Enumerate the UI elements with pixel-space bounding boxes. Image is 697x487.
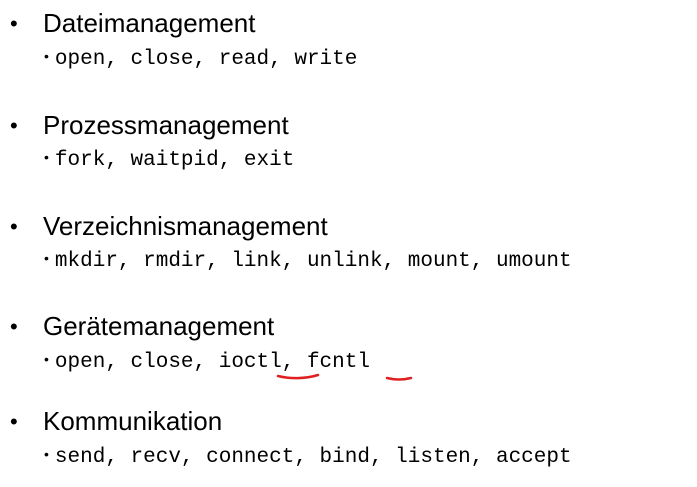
section-heading: Gerätemanagement <box>43 311 275 341</box>
slide: • Dateimanagement • open, close, read, wr… <box>0 0 697 487</box>
system-calls: send, recv, connect, bind, listen, accep… <box>54 446 572 469</box>
system-call-list: • fork, waitpid, exit <box>44 145 294 173</box>
system-calls: open, close, read, write <box>54 48 358 71</box>
system-call-list: • mkdir, rmdir, link, unlink, mount, umou… <box>44 246 572 274</box>
system-call-list: • send, recv, connect, bind, listen, acce… <box>44 442 572 470</box>
fcntl-underline-mark <box>385 376 413 381</box>
sub-bullet: • <box>44 351 49 367</box>
sub-bullet: • <box>44 446 49 462</box>
system-calls: fork, waitpid, exit <box>54 149 295 172</box>
section-heading: Prozessmanagement <box>43 110 289 140</box>
system-calls: mkdir, rmdir, link, unlink, mount, umoun… <box>54 250 572 273</box>
system-call-list: • open, close, ioctl, fcntl <box>44 347 370 375</box>
sub-bullet: • <box>44 250 49 266</box>
system-call-list: • open, close, read, write <box>44 44 357 72</box>
system-calls: open, close, ioctl, fcntl <box>54 351 370 374</box>
ioctl-underline-mark <box>276 373 320 380</box>
section-heading: Dateimanagement <box>43 8 256 38</box>
bullet: • <box>10 409 18 434</box>
bullet: • <box>10 113 18 138</box>
sub-bullet: • <box>44 48 49 64</box>
bullet: • <box>10 11 18 36</box>
section-heading: Verzeichnismanagement <box>43 211 328 241</box>
bullet: • <box>10 214 18 239</box>
sub-bullet: • <box>44 149 49 165</box>
bullet: • <box>10 314 18 339</box>
section-heading: Kommunikation <box>43 406 223 436</box>
